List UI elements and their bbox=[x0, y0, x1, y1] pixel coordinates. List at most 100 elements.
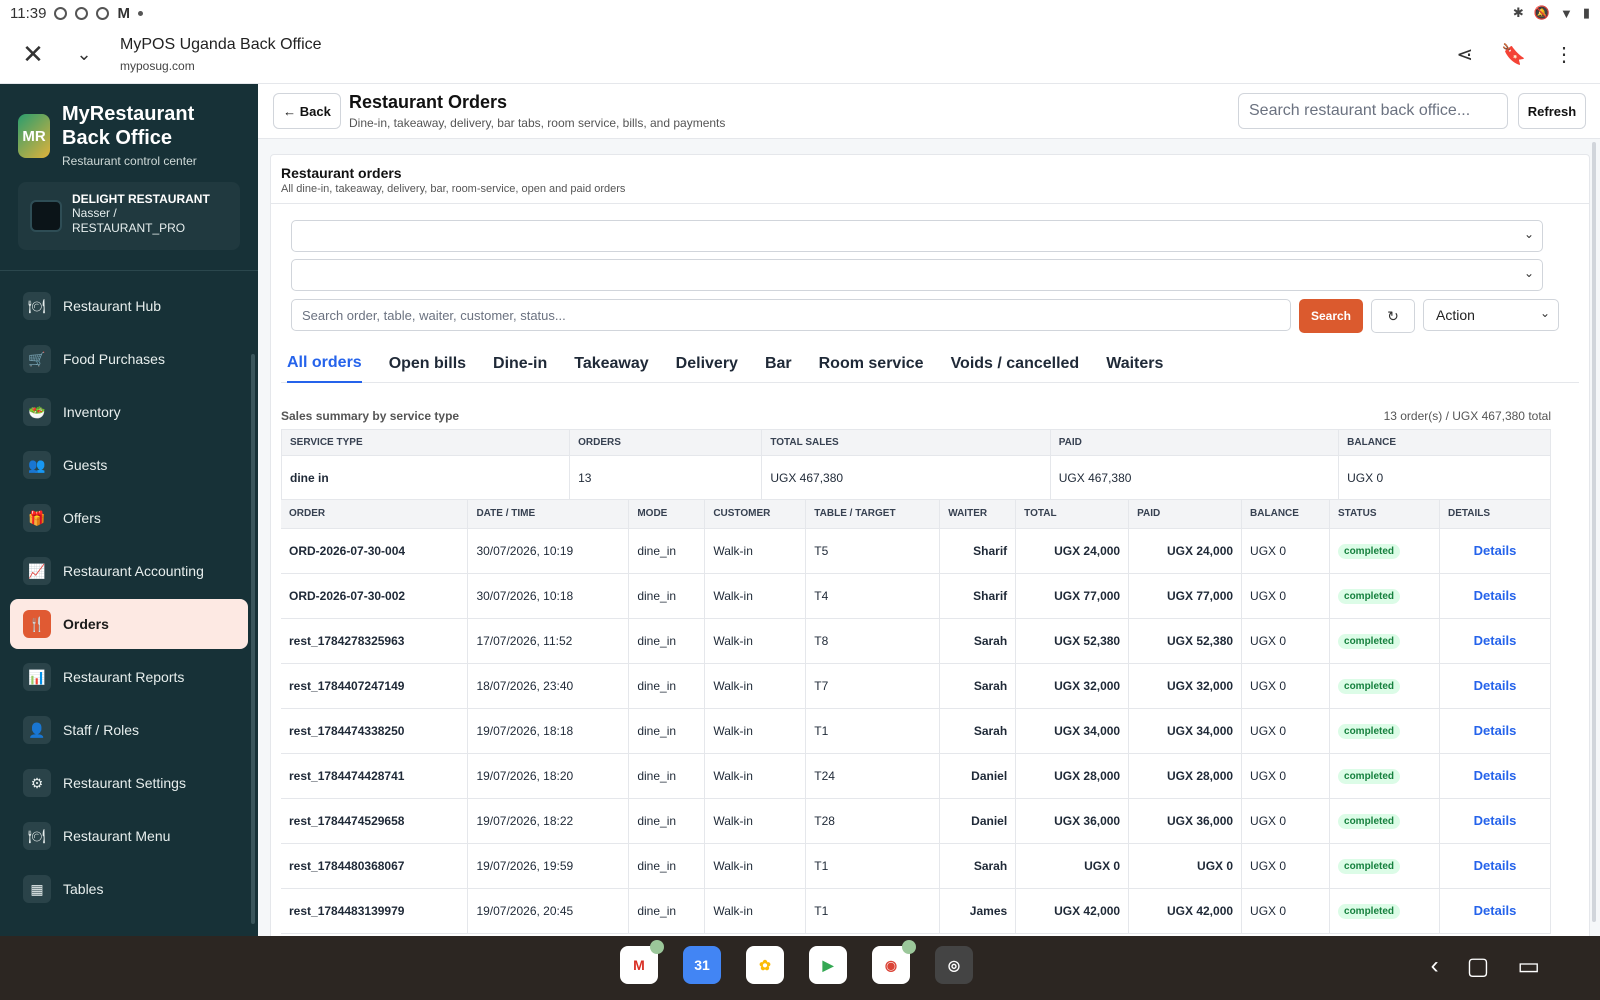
tab-all-orders[interactable]: All orders bbox=[287, 345, 362, 383]
orders-column-header: STATUS bbox=[1329, 500, 1440, 529]
table-row[interactable]: rest_1784480368067 19/07/2026, 19:59 dine_… bbox=[281, 843, 1552, 889]
details-link[interactable]: Details bbox=[1474, 768, 1517, 783]
tab-voids-cancelled[interactable]: Voids / cancelled bbox=[951, 345, 1080, 383]
back-nav-icon[interactable]: ‹ bbox=[1431, 952, 1439, 981]
restaurant-card[interactable]: DELIGHT RESTAURANT Nasser / RESTAURANT_P… bbox=[18, 182, 240, 250]
global-search-input[interactable]: Search restaurant back office... bbox=[1238, 93, 1508, 129]
main-scrollbar[interactable] bbox=[1592, 142, 1596, 922]
browser-title-area[interactable]: MyPOS Uganda Back Office myposug.com bbox=[120, 36, 1456, 73]
table-row[interactable]: rest_1784483139979 19/07/2026, 20:45 dine_… bbox=[281, 888, 1552, 934]
order-total: UGX 77,000 bbox=[1015, 573, 1130, 619]
tab-dine-in[interactable]: Dine-in bbox=[493, 345, 547, 383]
table-row[interactable]: rest_1784407247149 18/07/2026, 23:40 dine_… bbox=[281, 663, 1552, 709]
bookmark-icon[interactable]: 🔖 bbox=[1501, 42, 1526, 67]
more-options-icon[interactable]: ⋮ bbox=[1554, 42, 1574, 67]
order-id: rest_1784480368067 bbox=[281, 843, 469, 889]
order-waiter: Sharif bbox=[939, 528, 1017, 574]
order-table: T24 bbox=[805, 753, 941, 799]
details-cell: Details bbox=[1439, 663, 1552, 709]
order-datetime: 30/07/2026, 10:19 bbox=[467, 528, 630, 574]
sidebar-item-restaurant-settings[interactable]: ⚙ Restaurant Settings bbox=[10, 758, 248, 808]
details-link[interactable]: Details bbox=[1474, 543, 1517, 558]
recents-nav-icon[interactable]: ▭ bbox=[1517, 952, 1540, 981]
reload-icon[interactable]: ↻ bbox=[1371, 299, 1415, 333]
tab-delivery[interactable]: Delivery bbox=[676, 345, 738, 383]
inventory-icon: 🥗 bbox=[23, 398, 51, 426]
browser-toolbar: ✕ ⌄ MyPOS Uganda Back Office myposug.com… bbox=[0, 26, 1600, 84]
filter-select-2[interactable]: ⌄ bbox=[291, 259, 1543, 291]
action-select[interactable]: Action ⌄ bbox=[1423, 299, 1559, 331]
page-title: Restaurant Orders bbox=[349, 92, 508, 112]
table-row[interactable]: rest_1784474338250 19/07/2026, 18:18 dine_… bbox=[281, 708, 1552, 754]
restaurant-reports-icon: 📊 bbox=[23, 663, 51, 691]
details-cell: Details bbox=[1439, 843, 1552, 889]
sidebar-item-offers[interactable]: 🎁 Offers bbox=[10, 493, 248, 543]
chrome-app-icon[interactable]: ◉ bbox=[872, 940, 916, 984]
table-row[interactable]: ORD-2026-07-30-002 30/07/2026, 10:18 dine_… bbox=[281, 573, 1552, 619]
sidebar-item-tables[interactable]: ▦ Tables bbox=[10, 864, 248, 914]
details-link[interactable]: Details bbox=[1474, 633, 1517, 648]
sidebar-item-restaurant-hub[interactable]: 🍽 Restaurant Hub bbox=[10, 281, 248, 331]
order-id: rest_1784407247149 bbox=[281, 663, 469, 709]
sidebar-scrollbar[interactable] bbox=[251, 354, 255, 924]
tab-takeaway[interactable]: Takeaway bbox=[574, 345, 648, 383]
restaurant-user: Nasser / bbox=[72, 206, 117, 220]
browser-page-title: MyPOS Uganda Back Office bbox=[120, 36, 322, 53]
sidebar-item-staff-roles[interactable]: 👤 Staff / Roles bbox=[10, 705, 248, 755]
order-table: T1 bbox=[805, 888, 941, 934]
sidebar-item-food-purchases[interactable]: 🛒 Food Purchases bbox=[10, 334, 248, 384]
details-link[interactable]: Details bbox=[1474, 903, 1517, 918]
play-store-app-icon[interactable]: ▶ bbox=[809, 946, 847, 984]
chevron-down-icon: ⌄ bbox=[1523, 266, 1534, 280]
sidebar-item-guests[interactable]: 👥 Guests bbox=[10, 440, 248, 490]
orders-column-header: BALANCE bbox=[1241, 500, 1331, 529]
close-tab-icon[interactable]: ✕ bbox=[0, 39, 66, 70]
tab-room-service[interactable]: Room service bbox=[819, 345, 924, 383]
status-badge: completed bbox=[1338, 543, 1401, 559]
order-datetime: 19/07/2026, 19:59 bbox=[467, 843, 630, 889]
details-cell: Details bbox=[1439, 618, 1552, 664]
order-mode: dine_in bbox=[628, 843, 706, 889]
calendar-app-icon[interactable]: 31 bbox=[683, 946, 721, 984]
gmail-notification-icon: M bbox=[117, 4, 130, 22]
status-badge: completed bbox=[1338, 768, 1401, 784]
order-waiter: Sarah bbox=[939, 663, 1017, 709]
tab-bar[interactable]: Bar bbox=[765, 345, 792, 383]
refresh-button[interactable]: Refresh bbox=[1518, 93, 1586, 129]
home-nav-icon[interactable]: ▢ bbox=[1467, 952, 1490, 981]
details-link[interactable]: Details bbox=[1474, 858, 1517, 873]
order-balance: UGX 0 bbox=[1241, 663, 1331, 709]
details-cell: Details bbox=[1439, 708, 1552, 754]
table-row[interactable]: rest_1784474428741 19/07/2026, 18:20 dine_… bbox=[281, 753, 1552, 799]
sidebar-nav: 🍽 Restaurant Hub 🛒 Food Purchases 🥗 Inventory… bbox=[0, 271, 258, 914]
table-row[interactable]: ORD-2026-07-30-004 30/07/2026, 10:19 dine_… bbox=[281, 528, 1552, 574]
sidebar-item-restaurant-reports[interactable]: 📊 Restaurant Reports bbox=[10, 652, 248, 702]
details-link[interactable]: Details bbox=[1474, 813, 1517, 828]
table-row[interactable]: rest_1784278325963 17/07/2026, 11:52 dine_… bbox=[281, 618, 1552, 664]
sidebar-item-restaurant-accounting[interactable]: 📈 Restaurant Accounting bbox=[10, 546, 248, 596]
summary-column-header: TOTAL SALES bbox=[761, 429, 1051, 456]
tab-open-bills[interactable]: Open bills bbox=[389, 345, 466, 383]
tab-waiters[interactable]: Waiters bbox=[1106, 345, 1163, 383]
sidebar-item-label: Tables bbox=[63, 881, 104, 897]
back-button[interactable]: ← Back bbox=[273, 93, 341, 129]
details-link[interactable]: Details bbox=[1474, 678, 1517, 693]
gmail-app-icon[interactable]: M bbox=[620, 940, 664, 984]
filter-select-1[interactable]: ⌄ bbox=[291, 220, 1543, 252]
orders-panel: Restaurant orders All dine-in, takeaway,… bbox=[270, 154, 1590, 936]
details-link[interactable]: Details bbox=[1474, 723, 1517, 738]
search-button[interactable]: Search bbox=[1299, 299, 1363, 333]
share-icon[interactable]: ⋖ bbox=[1456, 42, 1473, 67]
order-customer: Walk-in bbox=[704, 573, 807, 619]
status-badge: completed bbox=[1338, 813, 1401, 829]
photos-app-icon[interactable]: ✿ bbox=[746, 946, 784, 984]
table-row[interactable]: rest_1784474529658 19/07/2026, 18:22 dine_… bbox=[281, 798, 1552, 844]
camera-app-icon[interactable]: ◎ bbox=[935, 946, 973, 984]
chevron-down-icon[interactable]: ⌄ bbox=[66, 44, 102, 65]
sidebar-item-inventory[interactable]: 🥗 Inventory bbox=[10, 387, 248, 437]
details-link[interactable]: Details bbox=[1474, 588, 1517, 603]
order-search-input[interactable]: Search order, table, waiter, customer, s… bbox=[291, 299, 1291, 331]
sidebar-item-orders[interactable]: 🍴 Orders bbox=[10, 599, 248, 649]
orders-table: ORDER DATE / TIME MODE CUSTOMER TABLE / TARG… bbox=[281, 500, 1552, 934]
sidebar-item-restaurant-menu[interactable]: 🍽 Restaurant Menu bbox=[10, 811, 248, 861]
